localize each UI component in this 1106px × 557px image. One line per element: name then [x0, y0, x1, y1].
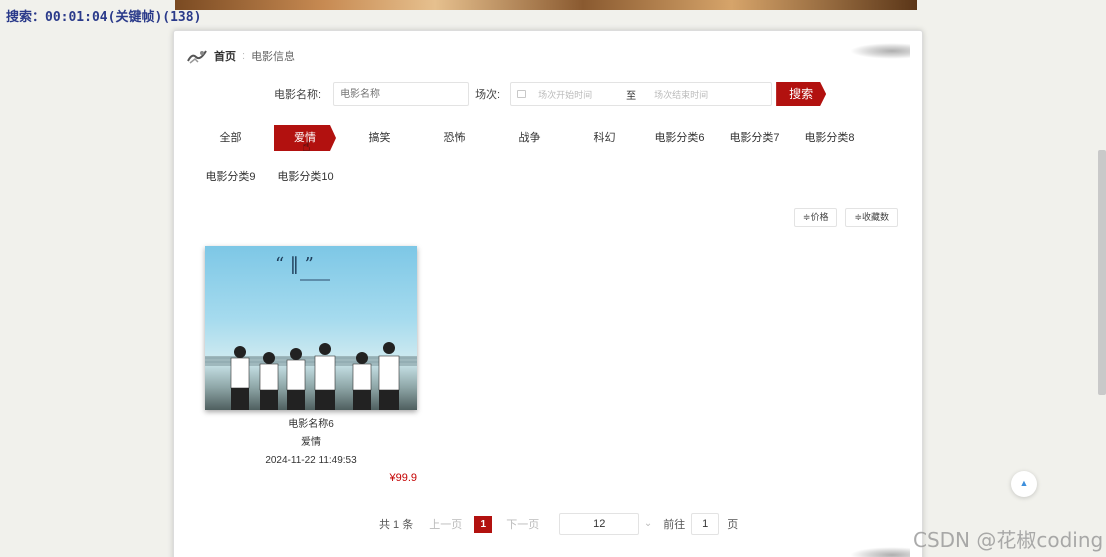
ink-decoration-bottom [850, 547, 910, 557]
svg-text:“ ‖ ”: “ ‖ ” [275, 254, 314, 275]
back-to-top-button[interactable]: ▲ [1011, 471, 1037, 497]
next-page-button[interactable]: 下一页 [506, 516, 539, 532]
sort-by-favorites-button[interactable]: ≑收藏数 [845, 208, 898, 227]
movie-price: ¥99.9 [389, 472, 417, 484]
overlay-search-text: 搜索：00:01:04(关键帧)(138) [6, 10, 202, 25]
breadcrumb-current: 电影信息 [251, 51, 296, 63]
session-date-range[interactable]: 场次开始时间 至 场次结束时间 [510, 82, 773, 106]
category-all[interactable]: 全部 [193, 125, 268, 151]
page-size-value: 12 [593, 518, 606, 530]
calendar-icon [517, 90, 527, 98]
sort-by-price-button[interactable]: ≑价格 [793, 208, 838, 227]
page-size-select[interactable]: 12 ⌄ [559, 513, 652, 535]
search-bar: 电影名称: 场次: 场次开始时间 至 场次结束时间 搜索 [274, 82, 826, 106]
goto-label: 前往 [663, 519, 686, 531]
category-7[interactable]: 电影分类7 [717, 125, 792, 151]
session-end-input[interactable]: 场次结束时间 [654, 88, 708, 101]
goto-page-input[interactable]: 1 [691, 513, 720, 535]
content-panel: 首页 : 电影信息 电影名称: 场次: 场次开始时间 至 场次结束时间 搜索 全… [173, 30, 923, 557]
movie-category: 爱情 [301, 437, 321, 448]
category-9[interactable]: 电影分类9 [193, 164, 268, 190]
session-start-input[interactable]: 场次开始时间 [538, 88, 592, 101]
breadcrumb-home[interactable]: 首页 [214, 48, 236, 64]
chevron-down-icon: ⌄ [643, 518, 653, 529]
ink-decoration [850, 43, 910, 59]
category-8[interactable]: 电影分类8 [792, 125, 867, 151]
category-comedy[interactable]: 搞笑 [342, 125, 417, 151]
category-10[interactable]: 电影分类10 [268, 164, 343, 190]
category-6[interactable]: 电影分类6 [642, 125, 717, 151]
movie-card[interactable]: “ ‖ ” 电影名称6 爱情 2024-11-22 11:49:53 ¥99.9 [205, 246, 417, 484]
category-war[interactable]: 战争 [492, 125, 567, 151]
category-row-2: 电影分类9 电影分类10 [193, 164, 343, 190]
movie-name[interactable]: 电影名称6 [205, 416, 417, 434]
range-to-label: 至 [626, 90, 637, 102]
poster-image: “ ‖ ” [205, 254, 417, 410]
hand-cursor-icon: ☝ [302, 138, 311, 154]
movie-poster[interactable]: “ ‖ ” [205, 246, 417, 410]
pagination-total: 共 1 条 [379, 519, 414, 531]
page-number-1[interactable]: 1 [474, 515, 493, 533]
search-button[interactable]: 搜索 [776, 82, 826, 106]
sort-controls: ≑价格 ≑收藏数 [793, 208, 898, 227]
up-triangle-icon: ▲ [1019, 478, 1029, 488]
scrollbar-thumb[interactable] [1098, 150, 1106, 395]
prev-page-button[interactable]: 上一页 [429, 516, 462, 532]
scrollbar[interactable] [1098, 0, 1106, 557]
top-banner-image [175, 0, 917, 10]
category-horror[interactable]: 恐怖 [417, 125, 492, 151]
movie-name-input[interactable] [333, 82, 470, 106]
movie-name-label: 电影名称: [274, 89, 322, 101]
session-label: 场次: [475, 89, 501, 101]
page-suffix-label: 页 [727, 519, 739, 531]
breadcrumb: 首页 : 电影信息 [186, 47, 295, 65]
movie-time: 2024-11-22 11:49:53 [265, 455, 357, 466]
category-scifi[interactable]: 科幻 [567, 125, 642, 151]
watermark: CSDN @花椒coding [913, 528, 1104, 552]
pagination: 共 1 条 上一页 1 下一页 12 ⌄ 前往 1 页 [379, 513, 739, 535]
category-row-1: 全部 爱情 搞笑 恐怖 战争 科幻 电影分类6 电影分类7 电影分类8 [193, 125, 867, 151]
ink-painting-icon [187, 50, 207, 64]
movie-info: 电影名称6 爱情 2024-11-22 11:49:53 [205, 416, 417, 470]
breadcrumb-separator: : [242, 50, 246, 62]
